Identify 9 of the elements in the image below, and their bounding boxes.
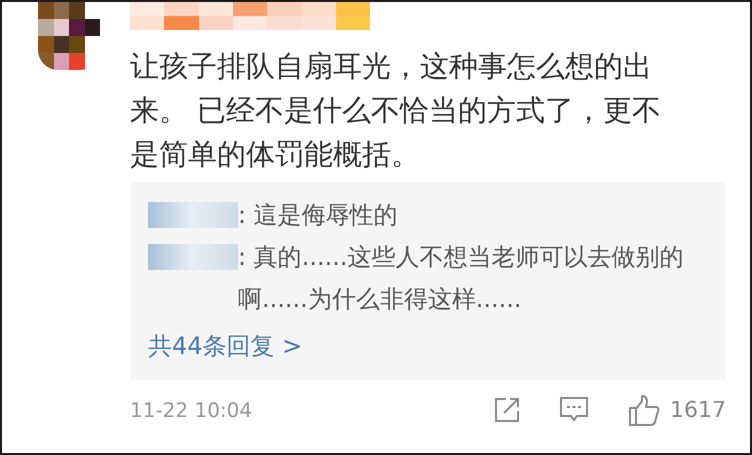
- reply-text: : 這是侮辱性的: [238, 200, 399, 231]
- share-icon[interactable]: [494, 397, 520, 423]
- more-replies-link[interactable]: 共44条回复 >: [148, 324, 710, 368]
- comment-text: 让孩子排队自扇耳光，这种事怎么想的出来。 已经不是什么不恰当的方式了，更不是简单的体罚能概括。: [130, 48, 662, 173]
- comment-icon[interactable]: [560, 397, 588, 423]
- thumbs-up-icon[interactable]: [628, 394, 660, 426]
- reply-text: : 真的......这些人不想当老师可以去做别的啊......为什么非得这样......: [238, 242, 684, 315]
- timestamp: 11-22 10:04: [130, 398, 252, 422]
- like-count: 1617: [670, 398, 726, 422]
